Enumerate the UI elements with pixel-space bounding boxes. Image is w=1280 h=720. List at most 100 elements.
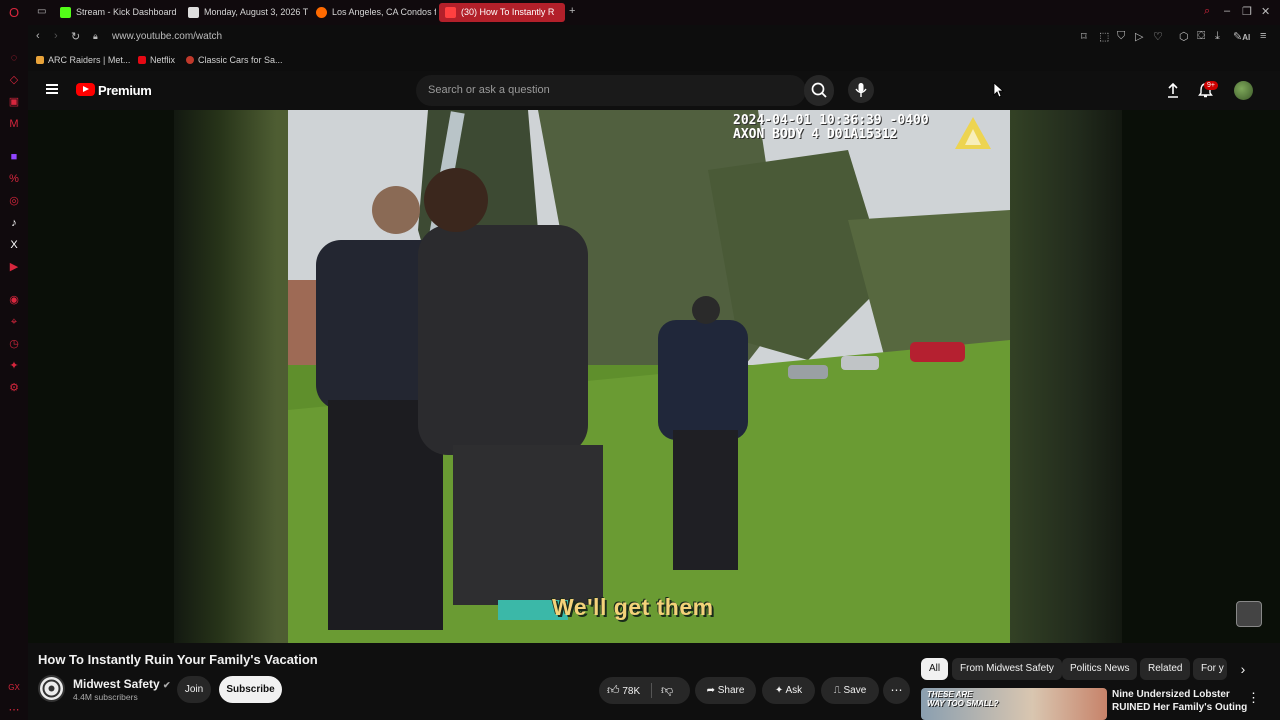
- like-count: 78K: [622, 686, 641, 697]
- ambient-blur-right: [1010, 110, 1122, 643]
- history-icon[interactable]: ◷: [7, 337, 21, 351]
- sidebar-icon-3[interactable]: ▣: [7, 95, 21, 109]
- more-dots-icon[interactable]: ⋯: [7, 703, 21, 717]
- youtube-logo-icon[interactable]: [76, 83, 95, 96]
- close-icon[interactable]: ✕: [1261, 5, 1270, 18]
- condos-favicon-icon: [316, 7, 327, 18]
- channel-avatar[interactable]: [38, 675, 65, 702]
- verified-check-icon: ✔: [163, 680, 171, 690]
- search-icon: [811, 82, 827, 98]
- video-frame[interactable]: 2024-04-01 10:36:39 -0400 AXON BODY 4 D0…: [288, 110, 1010, 643]
- opera-logo-icon[interactable]: O: [7, 6, 21, 20]
- mouse-cursor-icon: [993, 82, 1005, 98]
- youtube-brand[interactable]: Premium: [98, 83, 152, 98]
- save-bookmark-icon: ⎍: [833, 685, 841, 696]
- classic-cars-favicon-icon: [186, 56, 194, 64]
- tiktok-icon[interactable]: ♪: [7, 216, 21, 230]
- plus-icon[interactable]: +: [569, 5, 575, 17]
- join-button[interactable]: Join: [177, 676, 211, 703]
- tab-calendar[interactable]: Monday, August 3, 2026 T: [182, 3, 308, 22]
- lock-icon: 🔒︎: [93, 31, 98, 41]
- bookmark-netflix[interactable]: Netflix: [138, 55, 175, 65]
- x-icon[interactable]: X: [7, 238, 21, 252]
- more-actions-button[interactable]: ⋯: [883, 677, 910, 704]
- settings-gear-icon[interactable]: ⚙: [7, 381, 21, 395]
- tab-condos[interactable]: Los Angeles, CA Condos f: [310, 3, 436, 22]
- chip-for-you[interactable]: For y: [1193, 658, 1227, 680]
- chip-related[interactable]: Related: [1140, 658, 1191, 680]
- share-label: Share: [717, 685, 745, 696]
- share-button[interactable]: ➦ Share: [695, 677, 756, 704]
- timestamp-line-2: AXON BODY 4 D01A15312: [733, 127, 898, 142]
- save-button[interactable]: ⎍ Save: [821, 677, 879, 704]
- subscriber-count: 4.4M subscribers: [73, 692, 138, 702]
- shield-icon[interactable]: ⛉: [1117, 30, 1125, 43]
- video-player[interactable]: 2024-04-01 10:36:39 -0400 AXON BODY 4 D0…: [28, 110, 1280, 643]
- bookmark-arc-raiders[interactable]: ARC Raiders | Met...: [36, 55, 130, 65]
- channel-name[interactable]: Midwest Safety ✔: [73, 677, 171, 691]
- player-icon[interactable]: ◉: [7, 293, 21, 307]
- bookmark-icon[interactable]: ⌑: [1081, 30, 1087, 43]
- chip-all[interactable]: All: [921, 658, 949, 680]
- ask-button[interactable]: ✦ Ask: [762, 677, 815, 704]
- like-divider: [651, 683, 652, 698]
- snapshot-icon[interactable]: ⬚: [1099, 30, 1109, 43]
- like-button[interactable]: 👍︎ 78K: [607, 677, 640, 705]
- reload-icon[interactable]: ↻: [71, 30, 80, 43]
- thumbs-up-icon: 👍︎: [607, 683, 620, 697]
- chevron-right-icon[interactable]: ›: [1232, 658, 1254, 680]
- instagram-icon[interactable]: ◎: [7, 194, 21, 208]
- forward-icon[interactable]: ›: [54, 30, 58, 42]
- play-icon[interactable]: ▷: [1135, 30, 1143, 43]
- extensions-puzzle-icon[interactable]: ⬡: [1179, 30, 1189, 43]
- thumbnail-text: THESE ARE WAY TOO SMALL?: [927, 690, 999, 708]
- account-avatar[interactable]: [1234, 81, 1253, 100]
- search-tabs-icon[interactable]: ⌕: [1204, 5, 1210, 18]
- chip-politics-news[interactable]: Politics News: [1062, 658, 1138, 680]
- timestamp-line-1: 2024-04-01 10:36:39 -0400: [733, 113, 929, 128]
- search-input[interactable]: Search or ask a question: [416, 75, 806, 106]
- voice-search-button[interactable]: [848, 77, 874, 103]
- tab-label: Stream - Kick Dashboard: [76, 7, 177, 17]
- recommendation-thumbnail[interactable]: THESE ARE WAY TOO SMALL?: [921, 688, 1107, 720]
- download-icon[interactable]: ⤓: [1215, 30, 1220, 43]
- gx-icon[interactable]: GX: [7, 681, 21, 695]
- chip-from-channel[interactable]: From Midwest Safety: [952, 658, 1062, 680]
- tab-youtube[interactable]: (30) How To Instantly R: [439, 3, 565, 22]
- minimize-icon[interactable]: –: [1224, 5, 1230, 17]
- tab-bar: ▭ Stream - Kick Dashboard Monday, August…: [28, 0, 1280, 25]
- sidebar-icon-2[interactable]: ◇: [7, 73, 21, 87]
- url-field[interactable]: www.youtube.com/watch: [112, 31, 222, 42]
- tab-label: Monday, August 3, 2026 T: [204, 7, 308, 17]
- twitch-icon[interactable]: ■: [7, 150, 21, 164]
- aria-icon[interactable]: ✎AI: [1233, 30, 1250, 43]
- easy-setup-icon[interactable]: ≡: [1260, 30, 1266, 42]
- heart-icon[interactable]: ♡: [1153, 30, 1163, 43]
- netflix-favicon-icon: [138, 56, 146, 64]
- wallet-icon[interactable]: ⛋: [1197, 30, 1205, 43]
- bookmark-label: ARC Raiders | Met...: [48, 55, 131, 65]
- tab-label: (30) How To Instantly R: [461, 7, 555, 17]
- youtube-icon[interactable]: ▶: [7, 260, 21, 274]
- tab-kick[interactable]: Stream - Kick Dashboard: [54, 3, 180, 22]
- percent-icon[interactable]: %: [7, 172, 21, 186]
- sidebar-icon-4[interactable]: M: [7, 117, 21, 131]
- dislike-button[interactable]: 👎︎: [661, 677, 673, 704]
- upload-icon[interactable]: [1166, 82, 1180, 99]
- recommendation-title[interactable]: Nine Undersized Lobster RUINED Her Famil…: [1112, 688, 1252, 714]
- back-icon[interactable]: ‹: [36, 30, 40, 42]
- pin-icon[interactable]: ⌖: [7, 315, 21, 329]
- bookmark-classic-cars[interactable]: Classic Cars for Sa...: [186, 55, 283, 65]
- channel-watermark-icon[interactable]: [1236, 601, 1262, 627]
- sidebar-icon-1[interactable]: ◌: [7, 51, 21, 65]
- hamburger-menu-icon[interactable]: [46, 84, 58, 94]
- more-vertical-icon[interactable]: ⋮: [1247, 690, 1260, 706]
- axon-logo-icon: [955, 117, 991, 149]
- ai-label: AI: [1242, 33, 1251, 42]
- subscribe-button[interactable]: Subscribe: [219, 676, 282, 703]
- extensions-icon[interactable]: ✦: [7, 359, 21, 373]
- restore-icon[interactable]: ❐: [1242, 5, 1252, 18]
- search-button[interactable]: [804, 75, 834, 106]
- tab-menu-icon[interactable]: ▭: [37, 6, 46, 17]
- microphone-icon: [855, 83, 867, 97]
